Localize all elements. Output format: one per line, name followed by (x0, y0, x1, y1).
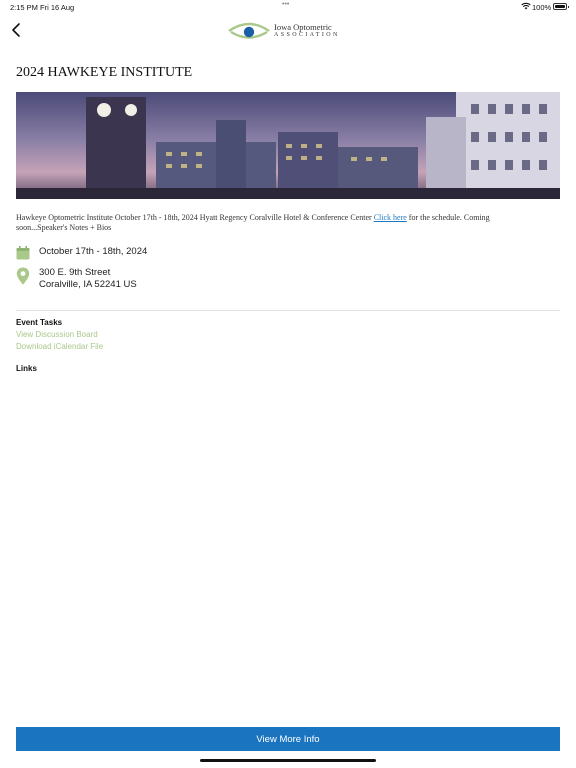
location-pin-icon (16, 267, 30, 285)
battery-icon (553, 3, 569, 10)
page-title: 2024 HAWKEYE INSTITUTE (16, 65, 193, 80)
logo-text-line2: ASSOCIATION (274, 32, 340, 38)
schedule-link[interactable]: Click here (374, 213, 407, 222)
event-address-row: 300 E. 9th Street Coralville, IA 52241 U… (16, 267, 137, 291)
status-date: Fri 16 Aug (40, 3, 75, 12)
address-line2: Coralville, IA 52241 US (39, 279, 137, 290)
event-address: 300 E. 9th Street Coralville, IA 52241 U… (39, 267, 137, 291)
event-description: Hawkeye Optometric Institute October 17t… (16, 213, 536, 233)
status-time: 2:15 PM (10, 3, 38, 12)
view-discussion-board-link[interactable]: View Discussion Board (16, 330, 98, 339)
calendar-icon (16, 246, 30, 260)
battery-percent: 100% (532, 3, 552, 12)
wifi-icon (521, 2, 531, 10)
event-tasks-heading: Event Tasks (16, 318, 63, 327)
logo-text-line1: Iowa Optometric (274, 22, 332, 32)
eye-logo-icon (228, 22, 270, 39)
event-banner-image (16, 92, 560, 199)
links-heading: Links (16, 364, 37, 373)
multitasking-dots[interactable]: ••• (282, 1, 289, 8)
divider (16, 310, 560, 311)
home-indicator (200, 759, 376, 762)
view-more-info-button[interactable]: View More Info (16, 727, 560, 751)
battery-level (555, 5, 565, 8)
event-date-row: October 17th - 18th, 2024 (16, 246, 147, 260)
download-icalendar-link[interactable]: Download iCalendar File (16, 342, 103, 351)
header: Iowa Optometric ASSOCIATION (0, 14, 576, 48)
chevron-left-icon[interactable] (10, 22, 24, 38)
status-bar: 2:15 PM Fri 16 Aug ••• 100% (0, 0, 576, 14)
description-text-before: Hawkeye Optometric Institute October 17t… (16, 213, 374, 222)
address-line1: 300 E. 9th Street (39, 267, 111, 278)
iowa-optometric-logo: Iowa Optometric ASSOCIATION (228, 18, 353, 44)
event-date: October 17th - 18th, 2024 (39, 246, 148, 257)
